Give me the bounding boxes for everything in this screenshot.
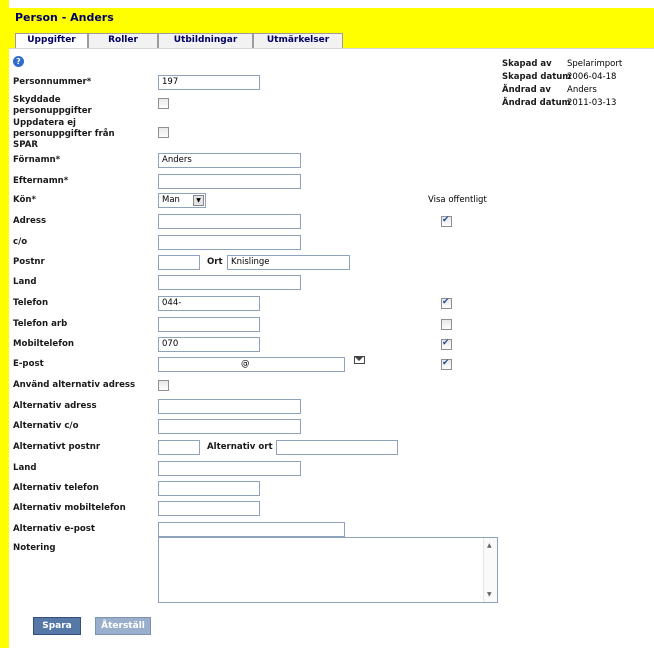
efternamn-label: Efternamn* [13, 176, 69, 186]
kon-select[interactable]: Man ▼ [158, 193, 206, 208]
title-bar: Person - Anders [9, 8, 654, 28]
land-input[interactable] [158, 275, 301, 290]
epost-input[interactable]: @ [158, 357, 345, 372]
help-icon[interactable]: ? [13, 56, 24, 67]
notering-textarea[interactable]: ▲ ▼ [158, 537, 498, 603]
meta-andrad-datum-value: 2011-03-13 [567, 98, 617, 108]
alt-adress-label: Alternativ adress [13, 401, 97, 411]
tab-row: Uppgifter Roller Utbildningar Utmärkelse… [9, 28, 654, 51]
fornamn-label: Förnamn* [13, 155, 61, 165]
visa-offentligt-label: Visa offentligt [428, 195, 487, 205]
mobiltelefon-input[interactable]: 070 [158, 337, 260, 352]
scroll-down-icon[interactable]: ▼ [487, 591, 492, 598]
adress-input[interactable] [158, 214, 301, 229]
alt-telefon-input[interactable] [158, 481, 260, 496]
meta-skapad-datum: Skapad datum [502, 72, 572, 82]
alt-epost-label: Alternativ e-post [13, 524, 96, 534]
epost-public-checkbox[interactable] [441, 358, 452, 370]
adress-label: Adress [13, 216, 47, 226]
left-accent-bar [0, 0, 9, 648]
alt-epost-input[interactable] [158, 522, 345, 537]
save-button[interactable]: Spara [33, 617, 81, 635]
kon-selected-value: Man [162, 195, 180, 205]
tab-utmarkelser[interactable]: Utmärkelser [253, 33, 343, 49]
alt-telefon-label: Alternativ telefon [13, 483, 99, 493]
meta-skapad-av: Skapad av [502, 59, 552, 69]
mail-icon[interactable] [354, 356, 365, 364]
alt-postnr-label: Alternativt postnr [13, 442, 101, 452]
alt-ort-input[interactable] [276, 440, 398, 455]
co-label: c/o [13, 237, 28, 247]
skyddade-checkbox[interactable] [158, 98, 169, 109]
tab-utbildningar[interactable]: Utbildningar [158, 33, 253, 49]
window-title: Person - Anders [15, 11, 114, 24]
alt-co-label: Alternativ c/o [13, 421, 79, 431]
anvand-alt-label: Använd alternativ adress [13, 380, 136, 390]
fornamn-input[interactable]: Anders [158, 153, 301, 168]
kon-label: Kön* [13, 195, 37, 205]
telefon-input[interactable]: 044- [158, 296, 260, 311]
alt-mobil-label: Alternativ mobiltelefon [13, 503, 126, 513]
reset-button[interactable]: Återställ [95, 617, 151, 635]
anvand-alt-checkbox[interactable] [158, 380, 169, 391]
ort-label: Ort [207, 257, 223, 267]
personnummer-label: Personnummer* [13, 77, 92, 87]
alt-co-input[interactable] [158, 419, 301, 434]
co-input[interactable] [158, 235, 301, 250]
adress-public-checkbox[interactable] [441, 215, 452, 227]
mobiltelefon-public-checkbox[interactable] [441, 338, 452, 350]
telefon-arb-public-checkbox[interactable] [441, 319, 452, 330]
form-panel: ? Skapad av Spelarimport Skapad datum 20… [9, 48, 654, 648]
alt-ort-label: Alternativ ort [207, 442, 273, 452]
land-label: Land [13, 277, 37, 287]
meta-skapad-datum-value: 2006-04-18 [567, 72, 617, 82]
postnr-input[interactable] [158, 255, 200, 270]
notering-label: Notering [13, 543, 56, 553]
meta-andrad-av-value: Anders [567, 85, 597, 95]
telefon-arb-input[interactable] [158, 317, 260, 332]
meta-skapad-av-value: Spelarimport [567, 59, 623, 69]
meta-andrad-av: Ändrad av [502, 85, 551, 95]
meta-andrad-datum: Ändrad datum [502, 98, 571, 108]
postnr-label: Postnr [13, 257, 45, 267]
alt-land-input[interactable] [158, 461, 301, 476]
uppdatera-ej-checkbox[interactable] [158, 127, 169, 138]
alt-postnr-input[interactable] [158, 440, 200, 455]
alt-adress-input[interactable] [158, 399, 301, 414]
mobiltelefon-label: Mobiltelefon [13, 339, 74, 349]
skyddade-label: Skyddade personuppgifter [13, 95, 92, 116]
chevron-down-icon[interactable]: ▼ [193, 195, 204, 206]
uppdatera-ej-label: Uppdatera ej personuppgifter från SPAR [13, 118, 115, 150]
telefon-public-checkbox[interactable] [441, 297, 452, 309]
ort-input[interactable]: Knislinge [227, 255, 350, 270]
notering-scrollbar[interactable]: ▲ ▼ [483, 538, 497, 602]
telefon-label: Telefon [13, 298, 49, 308]
alt-mobil-input[interactable] [158, 501, 260, 516]
personnummer-input[interactable]: 197 [158, 75, 260, 90]
person-window: Person - Anders Uppgifter Roller Utbildn… [0, 0, 654, 648]
efternamn-input[interactable] [158, 174, 301, 189]
alt-land-label: Land [13, 463, 37, 473]
tab-roller[interactable]: Roller [88, 33, 158, 49]
scroll-up-icon[interactable]: ▲ [487, 542, 492, 549]
epost-label: E-post [13, 359, 44, 369]
telefon-arb-label: Telefon arb [13, 319, 68, 329]
